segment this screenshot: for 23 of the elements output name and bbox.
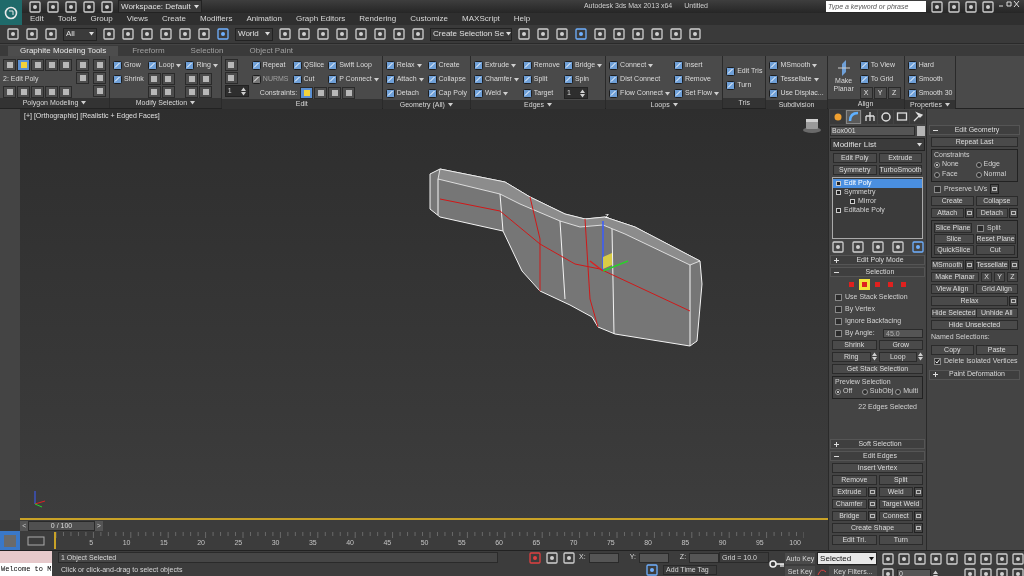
menu-item[interactable]: Animation bbox=[246, 13, 282, 25]
ribbon-tab[interactable]: Freeform bbox=[120, 46, 177, 56]
coordinate-system-dropdown[interactable]: World bbox=[235, 27, 273, 41]
ribbon-tab[interactable]: Object Paint bbox=[237, 46, 306, 56]
menu-item[interactable]: Create bbox=[161, 13, 186, 25]
menu-item[interactable]: MAXScript bbox=[462, 13, 500, 25]
workspace-dropdown[interactable]: Workspace: Default bbox=[118, 0, 202, 13]
menu-item[interactable]: Tools bbox=[57, 13, 77, 25]
menu-item[interactable]: Help bbox=[513, 13, 531, 25]
modifier-list-dropdown[interactable]: Modifier List bbox=[830, 138, 925, 151]
menu-item[interactable]: Edit bbox=[30, 13, 44, 25]
selection-filter-dropdown[interactable]: All bbox=[63, 27, 97, 41]
menu-item[interactable]: Group bbox=[90, 13, 113, 25]
ribbon-tab[interactable]: Selection bbox=[178, 46, 236, 56]
menu-item[interactable]: Views bbox=[126, 13, 148, 25]
key-mode-dropdown[interactable]: Selected bbox=[817, 552, 878, 565]
menu-item[interactable]: Rendering bbox=[359, 13, 397, 25]
gizmo-axis-label: z bbox=[605, 211, 609, 220]
named-selection-dropdown[interactable]: Create Selection Se bbox=[430, 27, 512, 41]
menu-item[interactable]: Customize bbox=[410, 13, 449, 25]
ribbon-tab[interactable]: Graphite Modeling Tools bbox=[8, 46, 119, 56]
menu-item[interactable]: Graph Editors bbox=[295, 13, 346, 25]
menu-item[interactable]: Modifiers bbox=[199, 13, 233, 25]
